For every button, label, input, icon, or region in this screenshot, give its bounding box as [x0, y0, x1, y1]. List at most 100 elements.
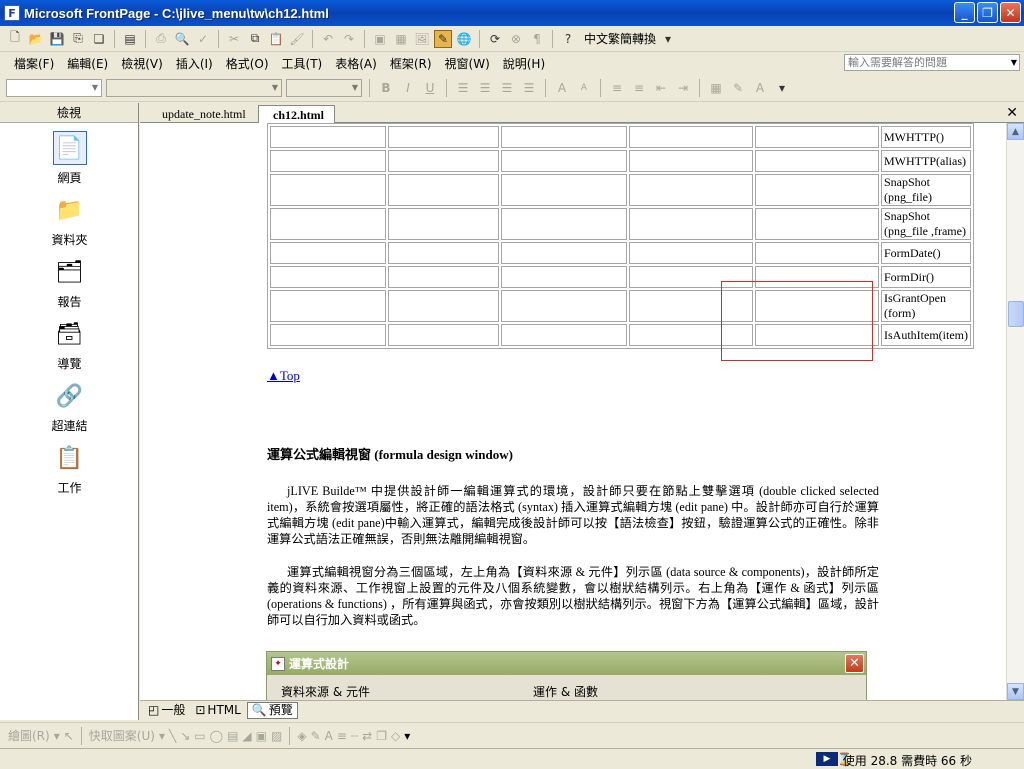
close-button[interactable]: ✕	[1000, 2, 1021, 23]
chevron-down-icon[interactable]: ▾	[773, 79, 791, 97]
tab-update-note[interactable]: update_note.html	[148, 105, 256, 123]
autoshapes-menu[interactable]: 快取圖案(U)	[89, 727, 155, 744]
underline-icon[interactable]: U	[421, 79, 439, 97]
table-cell[interactable]: IsAuthItem(item)	[881, 324, 971, 346]
font-color-icon[interactable]: A	[751, 79, 769, 97]
font-color-icon[interactable]: A	[325, 729, 333, 743]
menu-view[interactable]: 檢視(V)	[121, 55, 163, 72]
menu-table[interactable]: 表格(A)	[335, 55, 377, 72]
wordart-icon[interactable]: ◢	[242, 729, 251, 743]
insert-picture-icon[interactable]: 🖼	[413, 30, 431, 48]
chevron-down-icon[interactable]: ▾	[159, 729, 165, 743]
help-icon[interactable]: ?	[559, 30, 577, 48]
scroll-down-icon[interactable]: ▼	[1007, 683, 1024, 700]
format-painter-icon[interactable]: 🖌	[288, 30, 306, 48]
table-cell[interactable]: IsGrantOpen (form)	[881, 290, 971, 322]
view-folders[interactable]: 📁 資料夾	[0, 193, 139, 248]
publish-icon[interactable]: ⎘	[69, 30, 87, 48]
increase-font-icon[interactable]: A	[553, 79, 571, 97]
paste-icon[interactable]: 📋	[267, 30, 285, 48]
view-tasks[interactable]: 📋 工作	[0, 441, 139, 496]
highlight-rectangle[interactable]	[721, 281, 873, 361]
borders-icon[interactable]: ▦	[707, 79, 725, 97]
italic-icon[interactable]: I	[399, 79, 417, 97]
highlight-icon[interactable]: ✎	[729, 79, 747, 97]
table-cell[interactable]: FormDate()	[881, 242, 971, 264]
select-objects-icon[interactable]: ↖	[64, 729, 74, 743]
table-cell[interactable]: MWHTTP(alias)	[881, 150, 971, 172]
drawing-icon[interactable]: ✎	[434, 29, 452, 48]
oval-icon[interactable]: ◯	[210, 729, 223, 743]
line-color-icon[interactable]: ✎	[311, 729, 321, 743]
align-right-icon[interactable]: ☰	[498, 79, 516, 97]
bold-icon[interactable]: B	[377, 79, 395, 97]
font-combo[interactable]: ▼	[106, 78, 282, 97]
align-left-icon[interactable]: ☰	[454, 79, 472, 97]
picture-icon[interactable]: ▨	[271, 729, 282, 743]
chevron-down-icon[interactable]: ▾	[659, 30, 677, 48]
style-combo[interactable]: ▼	[6, 78, 102, 97]
insert-table-icon[interactable]: ▦	[392, 30, 410, 48]
menu-insert[interactable]: 插入(I)	[176, 55, 213, 72]
chevron-down-icon[interactable]: ▼	[1011, 55, 1017, 70]
copy-icon[interactable]: ⧉	[246, 30, 264, 48]
top-link[interactable]: ▲Top	[267, 368, 300, 384]
arrow-style-icon[interactable]: ⇄	[362, 729, 372, 743]
decrease-indent-icon[interactable]: ⇤	[652, 79, 670, 97]
download-time-status[interactable]: 使用 28.8 需費時 66 秒	[843, 752, 972, 769]
open-folder-icon[interactable]: 📂	[27, 30, 45, 48]
restore-button[interactable]: ❐	[977, 2, 998, 23]
table-cell[interactable]: MWHTTP()	[881, 126, 971, 148]
new-page-icon[interactable]: 🗋	[6, 30, 24, 48]
view-reports[interactable]: 🗂 報告	[0, 255, 139, 310]
align-center-icon[interactable]: ☰	[476, 79, 494, 97]
show-all-icon[interactable]: ¶	[528, 30, 546, 48]
chevron-down-icon[interactable]: ▾	[54, 729, 60, 743]
table-cell[interactable]: SnapShot (png_file ,frame)	[881, 208, 971, 240]
menu-tools[interactable]: 工具(T)	[282, 55, 323, 72]
save-icon[interactable]: 💾	[48, 30, 66, 48]
zh-convert-button[interactable]: 中文繁簡轉換	[584, 30, 656, 47]
view-page[interactable]: 📄 網頁	[0, 131, 139, 186]
web-component-icon[interactable]: ▣	[371, 30, 389, 48]
table-cell[interactable]: SnapShot (png_file)	[881, 174, 971, 206]
clipart-icon[interactable]: ▣	[256, 729, 267, 743]
font-size-combo[interactable]: ▼	[286, 78, 362, 97]
scroll-up-icon[interactable]: ▲	[1007, 123, 1024, 140]
increase-indent-icon[interactable]: ⇥	[674, 79, 692, 97]
bullets-icon[interactable]: ≡	[630, 79, 648, 97]
menu-edit[interactable]: 編輯(E)	[67, 55, 108, 72]
fill-color-icon[interactable]: ◈	[297, 729, 306, 743]
scroll-thumb[interactable]	[1008, 301, 1024, 327]
line-icon[interactable]: ╲	[169, 729, 176, 743]
hyperlink-toolbar-icon[interactable]: 🌐	[455, 30, 473, 48]
menu-frames[interactable]: 框架(R)	[390, 55, 432, 72]
draw-menu[interactable]: 繪圖(R)	[8, 727, 50, 744]
shadow-icon[interactable]: ❐	[376, 729, 387, 743]
refresh-icon[interactable]: ⟳	[486, 30, 504, 48]
menu-file[interactable]: 檔案(F)	[14, 55, 54, 72]
print-icon[interactable]: ⎙	[152, 30, 170, 48]
frontpage-app-icon[interactable]: F	[4, 5, 20, 21]
arrow-icon[interactable]: ↘	[180, 729, 190, 743]
copy-page-icon[interactable]: ❏	[90, 30, 108, 48]
numbering-icon[interactable]: ≡	[608, 79, 626, 97]
table-cell[interactable]: FormDir()	[881, 266, 971, 288]
spelling-icon[interactable]: ✓	[194, 30, 212, 48]
table-view-icon[interactable]: ▤	[121, 30, 139, 48]
tab-preview[interactable]: 🔍 預覽	[246, 702, 298, 719]
close-document-icon[interactable]: ✕	[1006, 105, 1018, 121]
print-preview-icon[interactable]: 🔍	[173, 30, 191, 48]
vertical-scrollbar[interactable]: ▲ ▼	[1006, 123, 1024, 700]
3d-icon[interactable]: ◇	[391, 729, 400, 743]
menu-help[interactable]: 說明(H)	[503, 55, 545, 72]
help-question-input[interactable]: 輸入需要解答的問題 ▼	[844, 54, 1020, 71]
redo-icon[interactable]: ↷	[340, 30, 358, 48]
page-editor[interactable]: MWHTTP() MWHTTP(alias) SnapShot (png_fil…	[140, 123, 1006, 700]
tab-html[interactable]: ⊡ HTML	[191, 702, 244, 719]
decrease-font-icon[interactable]: A	[575, 79, 593, 97]
minimize-button[interactable]: _	[954, 2, 975, 23]
view-hyperlinks[interactable]: 🔗 超連結	[0, 379, 139, 434]
stop-icon[interactable]: ⊗	[507, 30, 525, 48]
tab-ch12[interactable]: ch12.html	[258, 105, 335, 123]
